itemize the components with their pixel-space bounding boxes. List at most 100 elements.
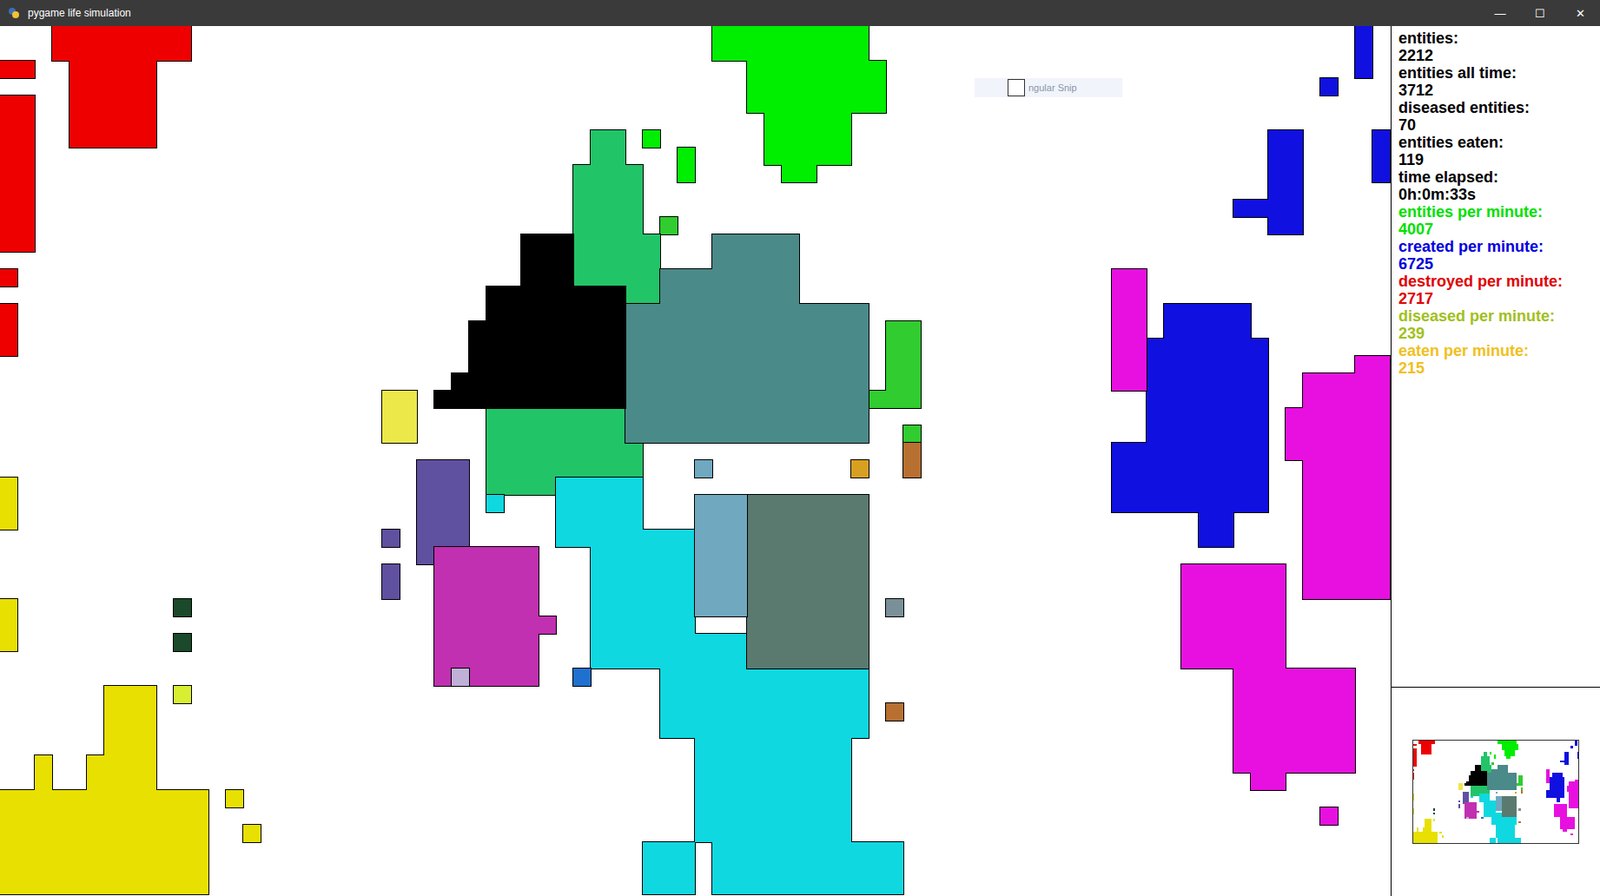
entity-cell	[34, 755, 53, 791]
entity-cell	[86, 755, 157, 791]
colony	[0, 26, 1391, 896]
entity-cell	[625, 304, 869, 443]
entity-cell	[694, 460, 713, 478]
entity-cell	[0, 269, 18, 287]
entity-cell	[0, 477, 18, 530]
entity-cell	[1285, 408, 1390, 461]
entity-cell	[677, 147, 695, 183]
colony	[0, 26, 1391, 896]
minimap-cell	[1574, 740, 1577, 747]
minimap-cell	[1439, 832, 1442, 834]
entity-cell	[1233, 199, 1303, 218]
window-control-button[interactable]: —	[1480, 0, 1521, 27]
entity-cell	[1372, 130, 1390, 183]
stat-item: destroyed per minute:2717	[1398, 272, 1595, 308]
entity-cell	[1355, 356, 1390, 391]
minimap-cell	[1570, 746, 1573, 748]
entity-cell	[712, 26, 869, 61]
minimap-cell	[1421, 744, 1432, 755]
stat-value: 70	[1398, 116, 1595, 134]
entity-cell	[382, 390, 417, 443]
minimap-cell	[1556, 798, 1561, 803]
stat-value: 119	[1398, 151, 1595, 169]
minimap-cell	[1546, 769, 1548, 772]
minimap-cell	[1433, 819, 1435, 821]
minimap-cell	[1497, 765, 1504, 770]
entity-cell	[694, 495, 748, 617]
entity-cell	[538, 477, 556, 496]
colony	[0, 26, 1391, 896]
minimap-cell	[1520, 790, 1523, 795]
entity-cell	[851, 460, 869, 478]
stat-item: diseased per minute:239	[1398, 307, 1595, 343]
entity-cell	[0, 304, 18, 357]
minimap[interactable]	[1391, 687, 1600, 896]
minimap-cell	[1495, 825, 1515, 838]
entity-cell	[573, 165, 643, 235]
window-control-button[interactable]: ☐	[1520, 0, 1561, 27]
minimap-cell	[1424, 819, 1431, 828]
stat-label: diseased entities:	[1398, 99, 1595, 117]
entity-cell	[712, 234, 765, 270]
stat-value: 2717	[1398, 290, 1595, 308]
snip-label: ngular Snip	[1028, 82, 1078, 93]
minimap-cell	[1466, 781, 1471, 784]
colony	[0, 26, 1391, 896]
minimap-cell	[1518, 808, 1521, 811]
entity-cell	[382, 529, 400, 548]
minimap-cell	[1422, 827, 1432, 833]
entity-cell	[660, 217, 678, 235]
stat-label: created per minute:	[1398, 238, 1595, 256]
entity-cell	[538, 616, 556, 635]
stat-value: 3712	[1398, 81, 1595, 100]
minimap-cell	[1466, 817, 1468, 820]
stat-item: entities:2212	[1398, 29, 1595, 65]
colony	[0, 26, 1391, 896]
snip-square-icon	[1007, 79, 1025, 97]
minimap-cell	[1560, 760, 1569, 763]
minimap-cell	[1516, 783, 1519, 786]
stat-value: 239	[1398, 324, 1595, 343]
snip-overlay[interactable]: ngular Snip	[974, 78, 1123, 98]
entity-cell	[764, 112, 852, 166]
minimap-viewport[interactable]	[1412, 740, 1580, 845]
entity-cell	[1111, 442, 1269, 513]
colony	[0, 26, 1391, 896]
stat-item: entities per minute:4007	[1398, 203, 1595, 239]
minimap-cell	[1546, 769, 1551, 785]
window-control-button[interactable]: ✕	[1560, 0, 1600, 27]
entity-cell	[0, 60, 35, 79]
minimap-cell	[1458, 804, 1461, 809]
minimap-cell	[1568, 792, 1580, 809]
entity-cell	[747, 495, 869, 669]
entity-cell	[781, 165, 817, 183]
entity-cell	[173, 686, 192, 704]
entity-cell	[52, 26, 192, 61]
minimap-cell	[1506, 756, 1511, 759]
world-view[interactable]: ngular Snip	[0, 26, 1391, 896]
minimap-cell	[1489, 838, 1496, 845]
minimap-cell	[1495, 792, 1498, 794]
minimap-cell	[1412, 832, 1438, 845]
stat-item: entities all time:3712	[1398, 64, 1595, 100]
minimap-cell	[1433, 813, 1435, 815]
minimap-cell	[1504, 750, 1515, 757]
minimap-cell	[1494, 754, 1496, 760]
entity-cell	[1111, 269, 1147, 391]
entity-cell	[885, 321, 921, 409]
minimap-cell	[1433, 808, 1435, 811]
entity-cell	[1320, 78, 1338, 96]
window-title: pygame life simulation	[27, 6, 132, 20]
stat-value: 6725	[1398, 255, 1595, 273]
entity-cell	[486, 286, 626, 409]
minimap-cell	[1497, 838, 1521, 845]
title-bar: pygame life simulation —☐✕	[0, 0, 1600, 27]
minimap-cell	[1546, 790, 1566, 800]
entity-cell	[590, 130, 626, 166]
entity-cell	[903, 442, 921, 478]
minimap-cell	[1441, 835, 1444, 838]
minimap-cell	[1562, 829, 1567, 832]
minimap-cell	[1553, 804, 1567, 817]
stat-item: entities eaten:119	[1398, 133, 1595, 169]
minimap-cell	[1491, 762, 1494, 765]
